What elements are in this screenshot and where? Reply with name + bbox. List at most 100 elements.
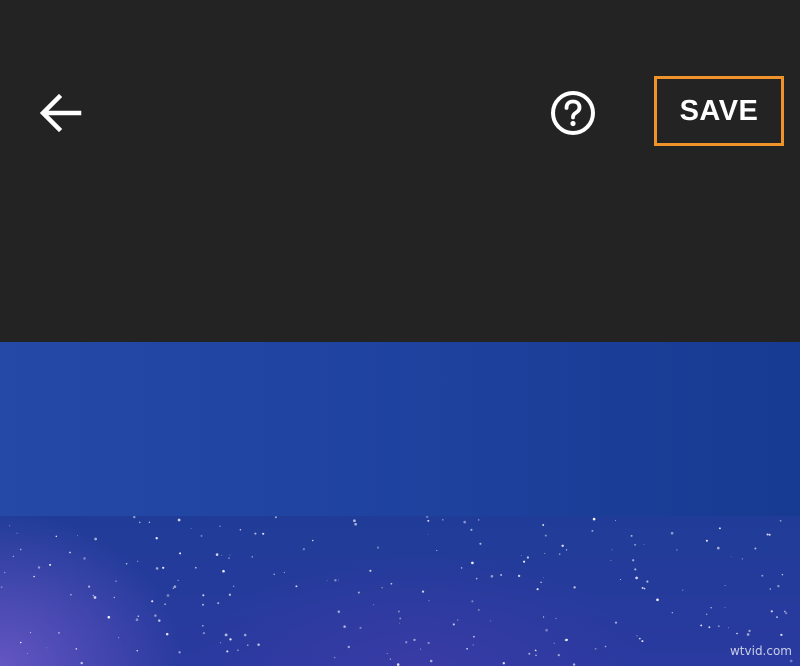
star-dot [273,573,275,575]
star-dot [470,528,473,531]
star-dot [92,594,95,597]
star-dot [251,556,253,558]
star-dot [337,610,341,614]
star-dot [226,650,229,653]
help-button[interactable] [542,82,604,144]
star-dot [528,652,531,655]
star-dot [115,580,117,582]
star-dot [233,585,235,587]
star-dot [133,516,136,519]
star-dot [717,625,720,628]
top-toolbar: SAVE [0,0,800,342]
star-dot [220,642,222,644]
star-dot [490,620,492,622]
star-dot [472,644,474,646]
star-dot [3,571,6,574]
star-dot [154,614,157,617]
star-dot [561,544,564,548]
star-dot [162,566,165,569]
star-dot [69,551,71,554]
star-dot [676,549,678,551]
star-dot [113,596,116,599]
star-dot [540,581,542,584]
star-dot [333,656,336,659]
star-dot [730,556,732,558]
star-dot [741,558,744,560]
star-dot [565,638,568,642]
star-dot [405,641,408,644]
star-dot [413,638,416,642]
star-dot [26,653,28,654]
star-dot [754,547,757,550]
star-dot [224,633,228,637]
star-dot [75,648,78,650]
star-dot [460,567,463,569]
star-dot [421,590,425,593]
star-dot [194,566,197,569]
star-dot [705,539,708,542]
star-dot [164,603,166,605]
watermark-text: wtvid.com [729,644,792,658]
star-dot [262,532,265,535]
back-button[interactable] [30,82,92,144]
star-dot [158,619,161,622]
star-dot [334,579,337,582]
star-dot [634,543,637,546]
editor-screen: SAVE wtvid.com [0,0,800,666]
star-dot [33,575,35,578]
star-dot [620,579,621,580]
star-dot [604,645,607,648]
star-dot [215,553,219,556]
star-dot [594,647,597,650]
star-dot [610,559,612,561]
star-dot [641,586,644,589]
star-dot [70,593,72,596]
star-dot [463,520,467,524]
star-dot [76,535,79,537]
star-dot [746,633,750,636]
stars-texture [0,516,793,666]
star-dot [326,580,328,581]
star-dot [229,554,231,556]
star-dot [49,563,52,566]
star-dot [656,598,659,602]
star-dot [19,548,22,551]
star-dot [710,607,712,609]
star-dot [390,582,393,585]
star-dot [386,652,388,654]
star-dot [399,617,402,620]
save-button-label: SAVE [679,94,759,127]
star-dot [177,518,181,522]
star-dot [553,642,555,644]
star-dot [19,641,22,644]
star-dot [611,549,613,551]
star-dot [671,612,673,614]
star-dot [354,522,357,526]
star-dot [137,615,140,618]
star-dot [202,603,204,606]
star-dot [239,528,242,531]
help-circle-icon [551,91,595,135]
star-dot [419,648,422,650]
star-dot [780,633,783,637]
star-dot [766,533,769,536]
star-dot [573,586,576,589]
star-dot [283,571,286,574]
star-dot [46,647,48,649]
star-dot [228,593,232,596]
image-preview[interactable]: wtvid.com [0,342,800,666]
star-dot [148,521,151,523]
star-dot [635,576,638,580]
star-dot [785,612,788,615]
star-dot [565,549,568,551]
star-dot [477,519,480,521]
star-dot [221,554,223,556]
star-dot [397,610,400,613]
star-dot [457,619,459,621]
star-dot [643,543,645,545]
star-dot [555,617,557,620]
star-dot [479,542,482,545]
star-dot [452,623,455,626]
save-button[interactable]: SAVE [654,76,784,146]
star-dot [353,519,356,523]
